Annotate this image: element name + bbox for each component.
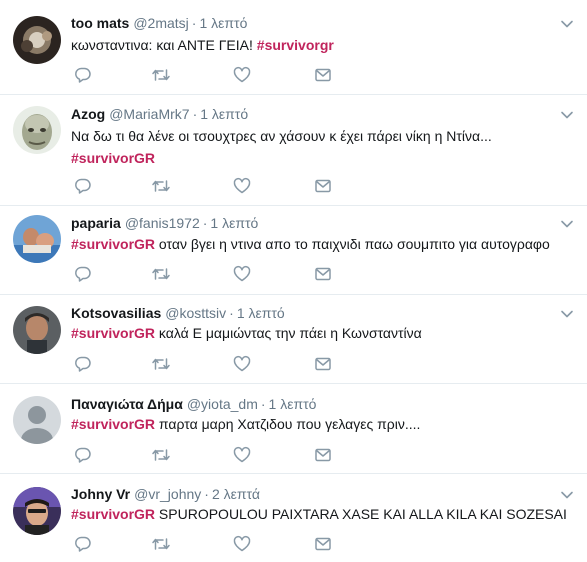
reply-icon[interactable] [74,535,94,555]
tweet-header: Παναγιώτα Δήμα @yiota_dm · 1 λεπτό [71,395,557,413]
tweet-text: #survivorGR SPUROPOULOU PAIXTARA XASE KA… [71,503,577,525]
retweet-icon[interactable] [151,355,171,375]
separator-dot: · [191,15,197,31]
timestamp[interactable]: 1 λεπτό [269,396,317,412]
envelope-icon[interactable] [314,535,334,555]
avatar[interactable] [13,16,61,64]
tweet-actions [71,446,351,466]
reply-icon[interactable] [74,446,94,466]
user-handle[interactable]: @vr_johny [134,486,201,502]
user-handle[interactable]: @kosttsiv [165,305,226,321]
user-handle[interactable]: @yiota_dm [187,396,258,412]
display-name[interactable]: Johny Vr [71,486,130,502]
avatar[interactable] [13,106,61,154]
display-name[interactable]: too mats [71,15,129,31]
reply-icon[interactable] [74,177,94,197]
tweet-actions [71,265,351,285]
heart-icon[interactable] [233,265,253,285]
tweet[interactable]: too mats @2matsj · 1 λεπτό κωνσταντινα: και… [0,0,587,95]
retweet-icon[interactable] [151,446,171,466]
envelope-icon[interactable] [314,177,334,197]
hashtag-link[interactable]: #survivorGR [71,325,155,341]
tweet-header: Johny Vr @vr_johny · 2 λεπτά [71,485,557,503]
hashtag-link[interactable]: #survivorGR [71,506,155,522]
tweet-actions [71,177,351,197]
tweet-text: κωνσταντινα: και ΑΝΤΕ ΓΕΙΑ! #survivorgr [71,34,577,56]
chevron-down-icon[interactable] [560,17,574,31]
display-name[interactable]: Kotsovasilias [71,305,161,321]
timestamp[interactable]: 1 λεπτό [237,305,285,321]
heart-icon[interactable] [233,66,253,86]
user-handle[interactable]: @MariaMrk7 [109,106,189,122]
tweet[interactable]: paparia @fanis1972 · 1 λεπτό #survivorGR οτ… [0,206,587,295]
separator-dot: · [229,305,234,321]
chevron-down-icon[interactable] [560,108,574,122]
tweet-text: Να δω τι θα λένε οι τσουχτρες αν χάσουν … [71,125,577,169]
heart-icon[interactable] [233,177,253,197]
hashtag-link[interactable]: #survivorGR [71,236,155,252]
tweet-actions [71,355,351,375]
display-name[interactable]: Azog [71,106,105,122]
tweet[interactable]: Kotsovasilias @kosttsiv · 1 λεπτό #survivor… [0,295,587,384]
envelope-icon[interactable] [314,265,334,285]
envelope-icon[interactable] [314,66,334,86]
tweet-header: Azog @MariaMrk7 · 1 λεπτό [71,105,557,123]
timestamp[interactable]: 1 λεπτό [199,15,247,31]
separator-dot: · [192,106,198,122]
tweet-text-content: κωνσταντινα: και ΑΝΤΕ ΓΕΙΑ! [71,37,257,53]
user-handle[interactable]: @fanis1972 [125,215,200,231]
avatar[interactable] [13,487,61,535]
retweet-icon[interactable] [151,177,171,197]
envelope-icon[interactable] [314,446,334,466]
separator-dot: · [204,486,209,502]
avatar[interactable] [13,396,61,444]
retweet-icon[interactable] [151,265,171,285]
tweet-text: #survivorGR παρτα μαρη Χατζιδου που γελα… [71,413,577,435]
tweet-text-content: Να δω τι θα λένε οι τσουχτρες αν χάσουν … [71,128,492,144]
user-handle[interactable]: @2matsj [133,15,188,31]
hashtag-link[interactable]: #survivorGR [71,147,577,169]
tweet-header: paparia @fanis1972 · 1 λεπτό [71,214,557,232]
tweet[interactable]: Παναγιώτα Δήμα @yiota_dm · 1 λεπτό #survivo… [0,384,587,474]
heart-icon[interactable] [233,446,253,466]
tweet-actions [71,535,351,555]
retweet-icon[interactable] [151,535,171,555]
reply-icon[interactable] [74,355,94,375]
reply-icon[interactable] [74,265,94,285]
chevron-down-icon[interactable] [560,217,574,231]
tweet-text: #survivorGR οταν βγει η ντινα απο το παι… [71,233,577,255]
chevron-down-icon[interactable] [560,488,574,502]
separator-dot: · [260,396,266,412]
display-name[interactable]: Παναγιώτα Δήμα [71,396,183,412]
timestamp[interactable]: 2 λεπτά [212,486,260,502]
tweet[interactable]: Azog @MariaMrk7 · 1 λεπτό Να δω τι θα λένε … [0,95,587,206]
avatar[interactable] [13,306,61,354]
tweet-feed: too mats @2matsj · 1 λεπτό κωνσταντινα: και… [0,0,587,562]
tweet-actions [71,66,351,86]
tweet-text-content: SPUROPOULOU PAIXTARA XASE KAI ALLA KILA … [155,506,567,522]
timestamp[interactable]: 1 λεπτό [210,215,258,231]
envelope-icon[interactable] [314,355,334,375]
display-name[interactable]: paparia [71,215,121,231]
chevron-down-icon[interactable] [560,307,574,321]
reply-icon[interactable] [74,66,94,86]
tweet-text-content: καλά Ε μαμιώντας την πάει η Κωνσταντίνα [155,325,422,341]
tweet-text: #survivorGR καλά Ε μαμιώντας την πάει η … [71,322,577,344]
tweet-header: too mats @2matsj · 1 λεπτό [71,14,557,32]
hashtag-link[interactable]: #survivorgr [257,37,334,53]
tweet-header: Kotsovasilias @kosttsiv · 1 λεπτό [71,304,557,322]
tweet-text-content: παρτα μαρη Χατζιδου που γελαγες πριν.... [155,416,421,432]
separator-dot: · [202,215,208,231]
heart-icon[interactable] [233,355,253,375]
tweet-text-content: οταν βγει η ντινα απο το παιχνιδι παω σο… [155,236,550,252]
retweet-icon[interactable] [151,66,171,86]
heart-icon[interactable] [233,535,253,555]
hashtag-link[interactable]: #survivorGR [71,416,155,432]
timestamp[interactable]: 1 λεπτό [200,106,248,122]
tweet[interactable]: Johny Vr @vr_johny · 2 λεπτά #survivorGR SP… [0,474,587,562]
avatar[interactable] [13,215,61,263]
